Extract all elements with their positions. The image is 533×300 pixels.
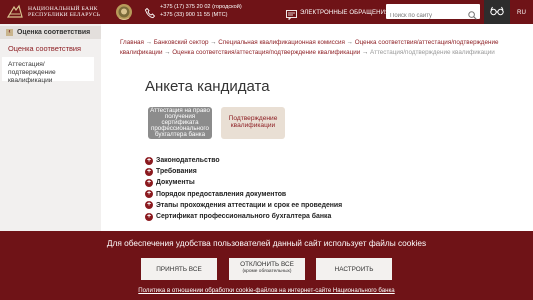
accordion-item-submission-procedure[interactable]: + Порядок предоставления документов: [145, 189, 342, 200]
breadcrumb-separator: →: [346, 39, 353, 46]
logo-icon: [6, 4, 24, 20]
logo-line-2: РЕСПУБЛИКИ БЕЛАРУСЬ: [28, 12, 101, 18]
logo-text: НАЦИОНАЛЬНЫЙ БАНК РЕСПУБЛИКИ БЕЛАРУСЬ: [28, 6, 100, 19]
plus-icon: +: [145, 156, 153, 165]
sidebar-section-header[interactable]: ‹ Оценка соответствия: [0, 26, 101, 39]
accordion-label: Законодательство: [156, 157, 220, 165]
site-logo[interactable]: НАЦИОНАЛЬНЫЙ БАНК РЕСПУБЛИКИ БЕЛАРУСЬ: [6, 4, 100, 20]
breadcrumb-commission[interactable]: Специальная квалификационная комиссия: [218, 39, 345, 46]
decline-all-label: ОТКЛОНИТЬ ВСЕ: [240, 261, 294, 269]
accordion-label: Требования: [156, 168, 197, 176]
collapse-icon[interactable]: ‹: [6, 29, 13, 36]
accordion-label: Документы: [156, 179, 195, 187]
breadcrumb-separator: →: [362, 49, 369, 56]
breadcrumb: Главная → Банковский сектор → Специальна…: [120, 38, 520, 58]
accordion-item-legislation[interactable]: + Законодательство: [145, 155, 342, 166]
phone-city[interactable]: +375 (17) 375 20 02 (городской): [160, 4, 242, 12]
breadcrumb-assessment-2[interactable]: Оценка соответствия/аттестация/подтвержд…: [172, 49, 360, 56]
search-box: [386, 4, 480, 24]
plus-icon: +: [145, 178, 153, 187]
electronic-appeals-link[interactable]: ЭЛЕКТРОННЫЕ ОБРАЩЕНИЯ: [300, 9, 390, 16]
search-input[interactable]: [386, 8, 464, 24]
breadcrumb-current: Аттестация/подтверждение квалификации: [370, 49, 495, 56]
breadcrumb-separator: →: [145, 39, 153, 46]
card-qualification-confirmation[interactable]: Подтверждение квалификации: [221, 107, 285, 139]
decline-all-sublabel: (кроме обязательных): [242, 269, 292, 274]
phone-mts[interactable]: +375 (33) 900 11 55 (МТС): [160, 12, 242, 20]
accept-all-label: ПРИНЯТЬ ВСЕ: [156, 265, 202, 273]
breadcrumb-home[interactable]: Главная: [120, 39, 144, 46]
language-switch[interactable]: RU: [517, 9, 526, 16]
accordion-item-stages[interactable]: + Этапы прохождения аттестации и срок ее…: [145, 200, 342, 211]
search-icon[interactable]: [468, 7, 477, 20]
cookie-settings-button[interactable]: НАСТРОИТЬ: [316, 258, 392, 280]
cookie-banner: Для обеспечения удобства пользователей д…: [0, 231, 533, 300]
breadcrumb-separator: →: [164, 49, 171, 56]
accordion-label: Порядок предоставления документов: [156, 190, 287, 198]
accordion-label: Этапы прохождения аттестации и срок ее п…: [156, 201, 343, 209]
accordion-item-requirements[interactable]: + Требования: [145, 166, 342, 177]
site-header: НАЦИОНАЛЬНЫЙ БАНК РЕСПУБЛИКИ БЕЛАРУСЬ +3…: [0, 0, 533, 24]
accept-all-button[interactable]: ПРИНЯТЬ ВСЕ: [141, 258, 217, 280]
accordion-label: Сертификат профессионального бухгалтера …: [156, 213, 332, 221]
decline-all-button[interactable]: ОТКЛОНИТЬ ВСЕ (кроме обязательных): [229, 258, 305, 280]
accordion-item-documents[interactable]: + Документы: [145, 177, 342, 188]
page-title: Анкета кандидата: [145, 78, 270, 95]
sidebar-link-assessment[interactable]: Оценка соответствия: [8, 44, 81, 53]
plus-icon: +: [145, 201, 153, 210]
cookie-settings-label: НАСТРОИТЬ: [334, 265, 374, 273]
plus-icon: +: [145, 167, 153, 176]
accordion-item-certificate[interactable]: + Сертификат профессионального бухгалтер…: [145, 211, 342, 222]
cookie-policy-link[interactable]: Политика в отношении обработки cookie-фа…: [0, 287, 533, 294]
accessibility-button[interactable]: [484, 0, 510, 24]
appeal-icon[interactable]: [286, 7, 297, 21]
phone-icon: [144, 6, 156, 19]
breadcrumb-banking-sector[interactable]: Банковский сектор: [154, 39, 209, 46]
card-bank-accountant-certificate[interactable]: Аттестация на право получения сертификат…: [148, 107, 212, 139]
breadcrumb-separator: →: [210, 39, 217, 46]
accordion: + Законодательство + Требования + Докуме…: [145, 155, 342, 222]
sidebar-item-attestation[interactable]: Аттестация/подтверждение квалификации: [2, 57, 94, 84]
cookie-message: Для обеспечения удобства пользователей д…: [106, 238, 427, 248]
plus-icon: +: [145, 212, 153, 221]
phone-numbers: +375 (17) 375 20 02 (городской) +375 (33…: [160, 4, 242, 19]
accessibility-eye-icon: [490, 3, 504, 21]
emblem-icon: [115, 2, 133, 22]
sidebar-section-title: Оценка соответствия: [17, 29, 91, 36]
plus-icon: +: [145, 190, 153, 199]
